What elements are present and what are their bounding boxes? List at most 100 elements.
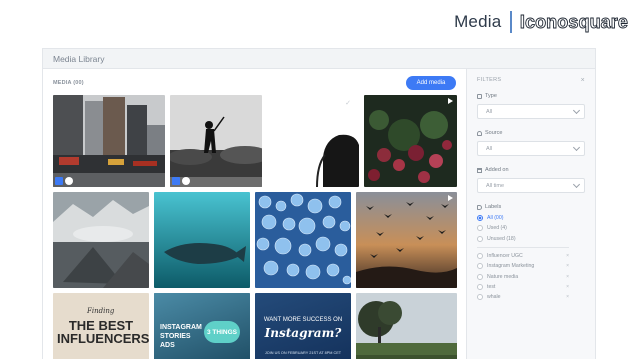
filters-title: FILTERS [477,77,502,83]
instagram-source-icon [55,177,63,185]
labels-option-used[interactable]: Used (4) [477,223,585,233]
library-toolbar: MEDIA (00) Add media [53,76,456,90]
account-avatar-icon [65,177,73,185]
label-item-text: Nature media [487,273,519,280]
media-thumbnail[interactable]: WANT MORE SUCCESS ON Instagram? JOIN US … [255,293,351,359]
label-item[interactable]: Influencer UGC × [477,251,569,261]
radio-icon [477,263,483,270]
radio-icon [477,253,483,260]
media-thumbnail[interactable] [53,192,149,288]
source-label-text: Source [485,130,503,136]
remove-label-icon[interactable]: × [566,274,569,280]
chevron-down-icon [572,143,581,151]
graphic-small-text: Finding [87,307,115,315]
media-thumbnail[interactable] [356,192,457,288]
window-title: Media Library [53,53,105,64]
app-window: Media Library MEDIA (00) Add media ✓ Fin… [42,48,596,359]
underwater-whale-photo [154,192,250,288]
account-avatar-icon [182,177,190,185]
radio-selected-icon [477,215,483,222]
filters-panel: FILTERS × Type All Source All Added on A… [466,69,595,359]
checkmark-icon: ✓ [345,100,351,107]
remove-label-icon[interactable]: × [566,294,569,300]
graphic-headline: THE BEST INFLUENCERS [57,318,149,346]
type-filter-label: Type [477,93,585,99]
type-select[interactable]: All [477,104,585,119]
video-play-icon [448,98,453,104]
filters-header: FILTERS × [477,69,585,91]
labels-option-all[interactable]: All (00) [477,213,585,223]
label-item-text: test [487,283,496,290]
labels-label-text: Labels [485,204,502,210]
source-filter-label: Source [477,130,585,136]
radio-icon [477,294,483,301]
type-select-value: All [486,108,493,115]
media-library-panel: MEDIA (00) Add media ✓ Finding THE BEST … [43,69,466,359]
labels-option-text: All (00) [487,215,504,222]
graphic-headline: INSTAGRAM STORIES ADS [160,324,202,349]
water-droplets-photo [255,192,351,288]
tag-icon [477,204,482,210]
labels-option-unused[interactable]: Unused (18) [477,234,585,244]
source-select-value: All [486,145,493,152]
window-titlebar: Media Library [43,49,595,69]
radio-icon [477,283,483,290]
instagram-source-icon [172,177,180,185]
radio-icon [477,235,483,242]
video-play-icon [448,195,453,201]
added-on-select[interactable]: All time [477,178,585,193]
media-thumbnail[interactable] [364,95,457,187]
remove-label-icon[interactable]: × [566,263,569,269]
labels-option-text: Used (4) [487,225,507,232]
success-on-instagram-graphic: WANT MORE SUCCESS ON Instagram? JOIN US … [255,293,351,359]
radio-icon [477,273,483,280]
chevron-down-icon [572,106,581,114]
chevron-down-icon [572,180,581,188]
label-item[interactable]: test × [477,282,569,292]
close-icon[interactable]: × [581,77,585,84]
city-street-photo [53,95,165,187]
labels-option-text: Unused (18) [487,235,516,242]
graphic-script-text: Instagram? [264,326,342,340]
labels-filter-label: Labels [477,204,585,210]
labels-divider [477,246,569,248]
flower-bush-video [364,95,457,187]
media-thumbnail[interactable] [356,293,457,359]
media-thumbnail[interactable] [154,192,250,288]
label-item-text: whale [487,294,501,301]
cloud-icon [477,130,482,136]
media-type-icon [477,93,482,99]
media-thumbnail[interactable]: INSTAGRAM STORIES ADS 3 THINGS [154,293,250,359]
added-on-select-value: All time [486,182,505,189]
calendar-icon [477,167,482,173]
type-label-text: Type [485,93,497,99]
remove-label-icon[interactable]: × [566,284,569,290]
media-thumbnail[interactable] [255,192,351,288]
label-item-text: Influencer UGC [487,253,523,260]
add-media-button[interactable]: Add media [406,76,456,90]
slide-section-title: Media [454,12,502,31]
media-thumbnail[interactable] [170,95,262,187]
slide-header: Media Iconosquare [454,11,628,33]
graphic-footer-text: JOIN US ON FEBRUARY 21ST AT 8PM CET [264,351,342,355]
mountain-lake-photo [53,192,149,288]
label-item[interactable]: whale × [477,292,569,302]
label-item[interactable]: Nature media × [477,271,569,281]
media-thumbnail[interactable]: ✓ [267,95,359,187]
added-on-label-text: Added on [485,167,509,173]
media-thumbnail[interactable]: Finding THE BEST INFLUENCERS [53,293,149,359]
graphic-badge: 3 THINGS [204,321,240,343]
media-thumbnail[interactable] [53,95,165,187]
remove-label-icon[interactable]: × [566,253,569,259]
graphic-headline: WANT MORE SUCCESS ON [263,317,343,323]
source-select[interactable]: All [477,141,585,156]
birds-sunset-video [356,192,457,288]
label-item-text: Instagram Marketing [487,263,535,270]
golfer-silhouette-photo [170,95,262,187]
radio-icon [477,225,483,232]
instagram-stories-ads-graphic: INSTAGRAM STORIES ADS 3 THINGS [154,293,250,359]
label-item[interactable]: Instagram Marketing × [477,261,569,271]
added-on-filter-label: Added on [477,167,585,173]
slide-header-divider [510,11,512,33]
brand-logo: Iconosquare [519,11,628,32]
